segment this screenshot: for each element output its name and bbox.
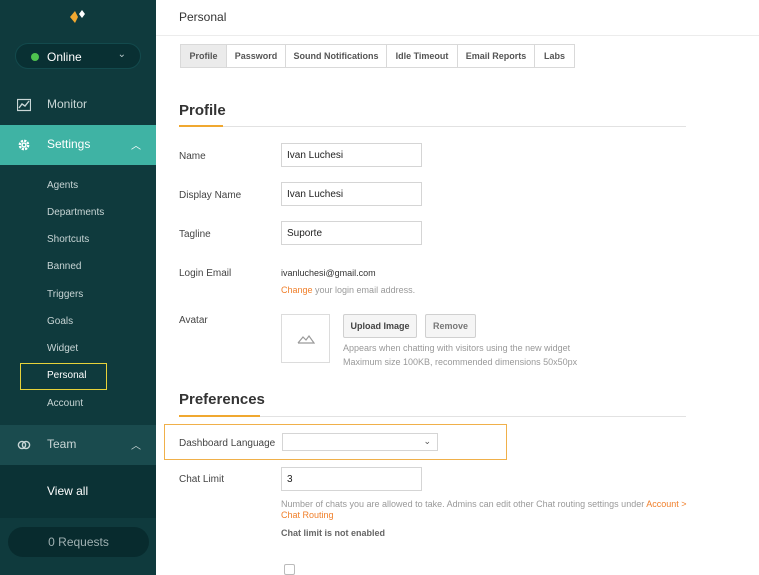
chat-limit-label: Chat Limit	[179, 474, 225, 485]
online-status-dot	[31, 53, 39, 61]
dashboard-language-select[interactable]: ⌄	[282, 433, 438, 451]
nav-settings[interactable]: Settings ︿	[0, 125, 156, 165]
chevron-down-icon: ⌄	[117, 49, 126, 60]
team-icon	[17, 438, 31, 452]
preferences-accent-bar	[179, 415, 260, 417]
avatar-hint-size: Maximum size 100KB, recommended dimensio…	[343, 357, 578, 367]
chevron-up-icon: ︿	[131, 441, 141, 452]
submenu-item-agents[interactable]: Agents	[47, 180, 78, 194]
nav-settings-label: Settings	[47, 137, 91, 151]
submenu-item-banned[interactable]: Banned	[47, 261, 81, 275]
tab-password[interactable]: Password	[227, 45, 286, 67]
submenu-item-departments[interactable]: Departments	[47, 207, 104, 221]
gear-icon	[17, 138, 31, 152]
header-divider	[156, 35, 759, 36]
chevron-up-icon: ︿	[131, 141, 141, 152]
main-content: Personal Profile Password Sound Notifica…	[156, 0, 759, 575]
tagline-input[interactable]: Suporte	[281, 221, 422, 245]
submenu-item-shortcuts[interactable]: Shortcuts	[47, 234, 89, 248]
chat-limit-input[interactable]: 3	[281, 467, 422, 491]
profile-accent-bar	[179, 125, 223, 127]
tab-profile[interactable]: Profile	[181, 45, 227, 67]
preference-checkbox[interactable]	[284, 564, 295, 575]
active-item-highlight	[20, 363, 107, 390]
nav-monitor-label: Monitor	[47, 97, 88, 111]
nav-team-label: Team	[47, 437, 77, 451]
remove-avatar-button[interactable]: Remove	[425, 314, 476, 338]
view-all-label: View all	[47, 484, 89, 498]
page-title: Personal	[179, 10, 227, 24]
preferences-heading: Preferences	[179, 391, 265, 408]
avatar-label: Avatar	[179, 315, 208, 326]
name-input[interactable]: Ivan Luchesi	[281, 143, 422, 167]
submenu-item-triggers[interactable]: Triggers	[47, 289, 83, 303]
status-label: Online	[47, 50, 82, 64]
display-name-label: Display Name	[179, 190, 242, 201]
tab-labs[interactable]: Labs	[535, 45, 574, 67]
profile-heading: Profile	[179, 102, 226, 119]
tagline-label: Tagline	[179, 229, 211, 240]
avatar-placeholder	[281, 314, 330, 363]
submenu-item-widget[interactable]: Widget	[47, 343, 78, 357]
chat-limit-status: Chat limit is not enabled	[281, 528, 386, 538]
login-email-value: ivanluchesi@gmail.com	[281, 268, 376, 278]
chevron-down-icon: ⌄	[423, 436, 431, 446]
submenu-item-account[interactable]: Account	[47, 398, 83, 412]
chat-limit-hint-text: Number of chats you are allowed to take.…	[281, 499, 647, 509]
name-label: Name	[179, 151, 206, 162]
upload-image-button[interactable]: Upload Image	[343, 314, 417, 338]
change-email-suffix: your login email address.	[312, 285, 416, 295]
tab-email-reports[interactable]: Email Reports	[458, 45, 535, 67]
submenu-item-goals[interactable]: Goals	[47, 316, 73, 330]
logo-icon	[68, 9, 90, 25]
display-name-input[interactable]: Ivan Luchesi	[281, 182, 422, 206]
image-placeholder-icon	[297, 334, 316, 347]
requests-label: 0 Requests	[48, 535, 109, 549]
view-all-link[interactable]: View all	[0, 465, 156, 518]
status-dropdown[interactable]: Online ⌄	[15, 43, 141, 69]
profile-divider	[179, 126, 686, 127]
change-email-link[interactable]: Change	[281, 285, 313, 295]
requests-button[interactable]: 0 Requests	[8, 527, 149, 557]
chat-limit-hint: Number of chats you are allowed to take.…	[281, 499, 696, 521]
dashboard-language-label: Dashboard Language	[179, 438, 276, 449]
monitor-chart-icon	[16, 98, 32, 112]
login-email-label: Login Email	[179, 268, 232, 279]
settings-tabs: Profile Password Sound Notifications Idl…	[180, 44, 575, 68]
nav-team[interactable]: Team ︿	[0, 425, 156, 465]
avatar-hint-usage: Appears when chatting with visitors usin…	[343, 343, 571, 353]
nav-monitor[interactable]: Monitor	[0, 86, 156, 124]
change-email-line: Change your login email address.	[281, 285, 415, 295]
sidebar: Online ⌄ Monitor Settings ︿ Agents Depar…	[0, 0, 156, 575]
tab-idle-timeout[interactable]: Idle Timeout	[387, 45, 458, 67]
tab-sound-notifications[interactable]: Sound Notifications	[286, 45, 387, 67]
